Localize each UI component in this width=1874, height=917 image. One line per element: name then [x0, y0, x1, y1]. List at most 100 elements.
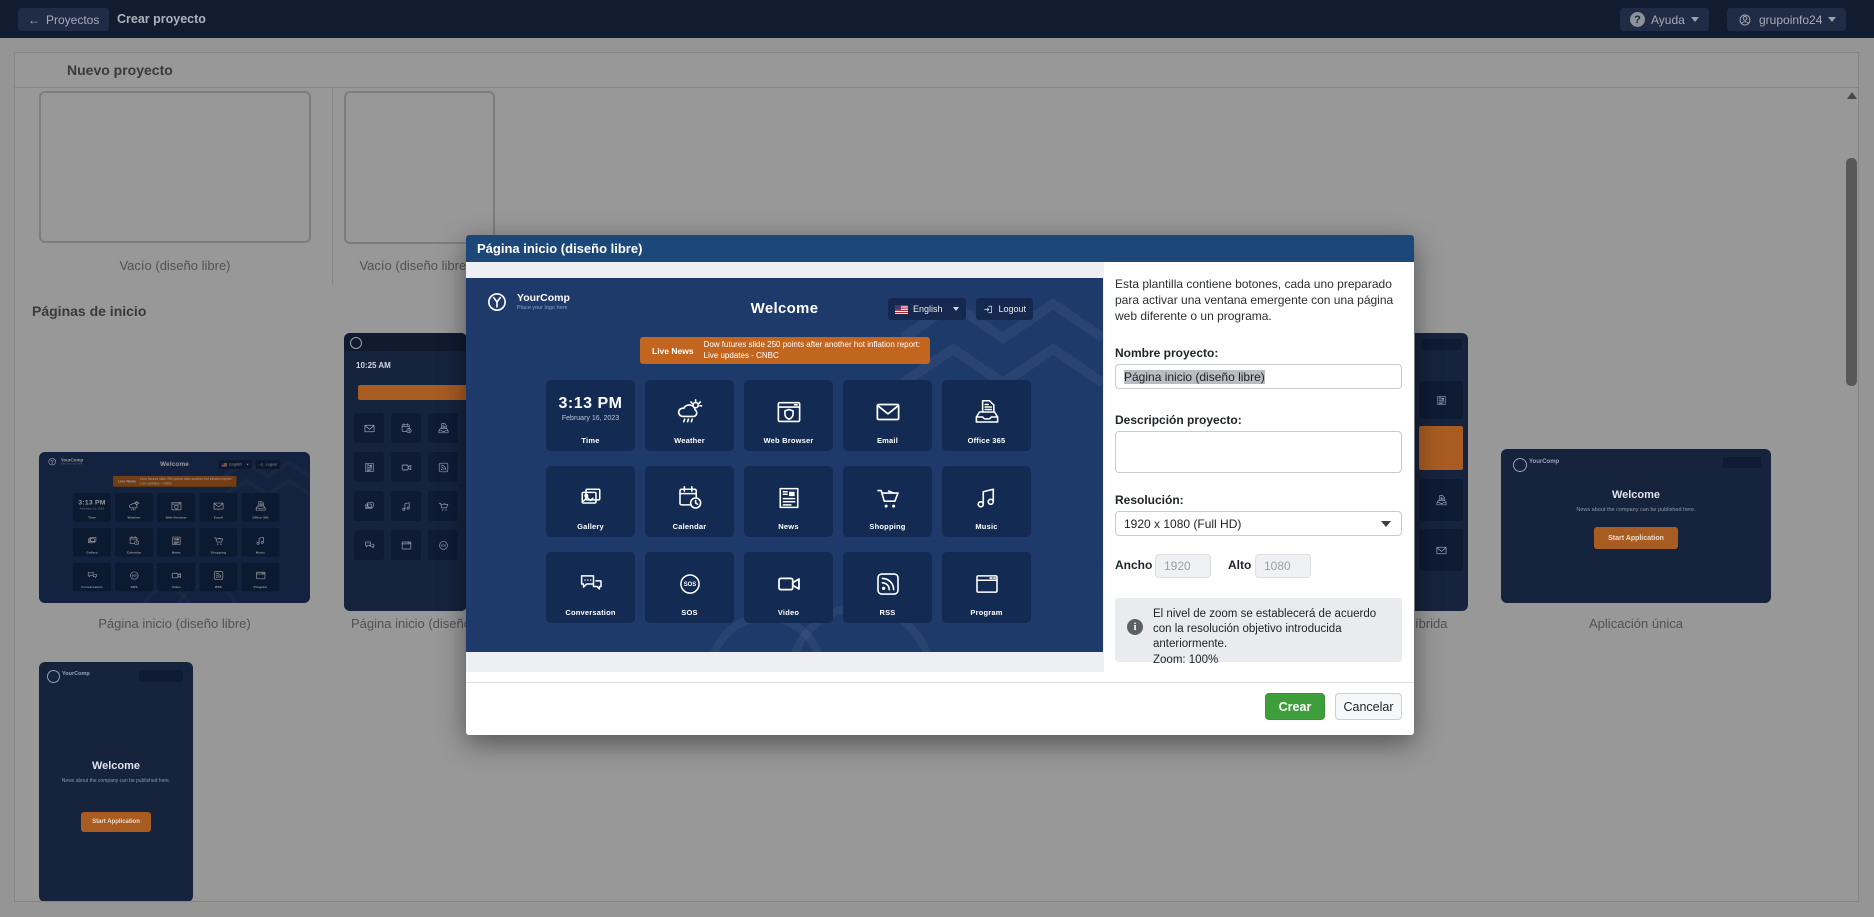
- template-card-empty-1-label: Vacío (diseño libre): [39, 258, 311, 273]
- name-label: Nombre proyecto:: [1115, 346, 1218, 360]
- clock-date: February 16, 2023: [562, 415, 619, 422]
- clock-time: 3:13 PM: [559, 395, 623, 413]
- new-project-header: Nuevo proyecto: [15, 53, 1858, 88]
- height-value: 1080: [1264, 559, 1291, 573]
- mini-tile: [428, 413, 458, 443]
- logout-button: Logout: [976, 298, 1033, 320]
- mini-tile: [1419, 529, 1463, 571]
- news-icon: [774, 483, 804, 513]
- user-menu-label: grupoinfo24: [1759, 13, 1822, 27]
- logo-icon: [47, 670, 60, 683]
- template-card-empty-1[interactable]: [39, 91, 311, 243]
- tile-label: News: [778, 522, 798, 531]
- project-name-value: Página inicio (diseño libre): [1124, 370, 1265, 384]
- mini-welcome-title: Welcome: [1501, 489, 1771, 501]
- description-label: Descripción proyecto:: [1115, 413, 1242, 427]
- us-flag-icon: [895, 305, 908, 314]
- create-button[interactable]: Crear: [1265, 693, 1325, 720]
- language-label: English: [913, 304, 943, 314]
- thumbnail-time: 10:25 AM: [356, 361, 391, 370]
- mini-tile: [354, 491, 384, 521]
- thumbnail-home-2-label: Página inicio (diseño li: [351, 616, 467, 631]
- start-application-button: Start Application: [81, 812, 151, 832]
- rss-icon: [437, 461, 450, 474]
- tile-label: Gallery: [577, 522, 604, 531]
- scrollbar-up-arrow[interactable]: [1847, 92, 1857, 99]
- project-name-input[interactable]: Página inicio (diseño libre): [1115, 364, 1402, 389]
- sos-icon: [675, 569, 705, 599]
- template-card-empty-2-label: Vacío (diseño libre): [351, 258, 479, 273]
- tile-program: Program: [942, 552, 1031, 623]
- mini-tile: [428, 452, 458, 482]
- cancel-button[interactable]: Cancelar: [1335, 693, 1402, 720]
- thumbnail-header: [344, 333, 467, 351]
- brand-text: YourComp: [1529, 459, 1559, 465]
- program-icon: [400, 539, 413, 552]
- tile-label: Web Browser: [764, 436, 814, 445]
- thumbnail-single-app-portrait[interactable]: YourComp Welcome News about the company …: [39, 662, 193, 902]
- video-icon: [400, 461, 413, 474]
- back-to-projects-button[interactable]: ← Proyectos: [18, 8, 109, 31]
- thumbnail-single-app[interactable]: YourComp Welcome News about the company …: [1501, 449, 1771, 603]
- music-icon: [972, 483, 1002, 513]
- zoom-info-box: i El nivel de zoom se establecerá de acu…: [1115, 598, 1402, 662]
- preview-tile-grid: 3:13 PM February 16, 2023 Time Weather W…: [546, 380, 1031, 623]
- tile-conversation: Conversation: [546, 552, 635, 623]
- project-form: Esta plantilla contiene botones, cada un…: [1115, 262, 1402, 672]
- mini-tile: [1419, 381, 1463, 419]
- mini-welcome-subtitle: News about the company can be published …: [39, 778, 193, 784]
- project-description-input[interactable]: [1115, 431, 1402, 473]
- scrollbar-thumb[interactable]: [1846, 158, 1857, 386]
- tile-video: Video: [744, 552, 833, 623]
- modal-footer-divider: [466, 682, 1414, 683]
- tile-label: Time: [581, 436, 599, 445]
- resolution-select[interactable]: 1920 x 1080 (Full HD): [1115, 511, 1402, 536]
- ticker-label: Live News: [652, 346, 694, 356]
- tile-gallery: Gallery: [546, 466, 635, 537]
- start-application-button: Start Application: [1594, 527, 1678, 549]
- back-arrow-icon: ←: [28, 13, 40, 27]
- dim-overlay: [39, 452, 310, 603]
- office-365-icon: [1435, 494, 1448, 507]
- tile-office-365: Office 365: [942, 380, 1031, 451]
- thumbnail-home-free[interactable]: YourComp Place your logo here Welcome En…: [39, 452, 310, 603]
- thumbnail-ticker: [358, 385, 467, 400]
- help-button[interactable]: ? Ayuda: [1620, 8, 1709, 31]
- resolution-value: 1920 x 1080 (Full HD): [1124, 517, 1241, 531]
- tile-label: RSS: [879, 608, 895, 617]
- thumbnail-home-2[interactable]: 10:25 AM: [344, 333, 467, 611]
- email-icon: [873, 397, 903, 427]
- tile-label: Email: [877, 436, 898, 445]
- zoom-value: Zoom: 100%: [1153, 654, 1218, 666]
- thumbnail-hybrid[interactable]: [1415, 333, 1468, 611]
- template-card-empty-2[interactable]: [344, 91, 495, 244]
- tile-label: Office 365: [968, 436, 1006, 445]
- tile-label: Conversation: [565, 608, 615, 617]
- email-icon: [363, 422, 376, 435]
- template-preview-screen: YourComp Place your logo here Welcome En…: [466, 278, 1103, 652]
- width-label: Ancho: [1115, 558, 1152, 572]
- mini-tile: [391, 491, 421, 521]
- mini-tile: [354, 452, 384, 482]
- modal-footer: Crear Cancelar: [466, 693, 1402, 722]
- gallery-icon: [363, 500, 376, 513]
- help-button-label: Ayuda: [1651, 13, 1685, 27]
- height-input: 1080: [1255, 554, 1311, 578]
- zoom-note: El nivel de zoom se establecerá de acuer…: [1153, 608, 1376, 650]
- logo-icon: [350, 337, 362, 349]
- mini-tile: [354, 413, 384, 443]
- tile-label: Shopping: [869, 522, 905, 531]
- template-preview-slot: YourComp Place your logo here Welcome En…: [466, 278, 1103, 652]
- tile-shopping: Shopping: [843, 466, 932, 537]
- width-value: 1920: [1164, 559, 1191, 573]
- gallery-icon: [576, 483, 606, 513]
- tile-label: Music: [975, 522, 997, 531]
- user-menu-button[interactable]: grupoinfo24: [1727, 8, 1846, 31]
- mini-tile: [354, 530, 384, 560]
- tile-news: News: [744, 466, 833, 537]
- grid-divider: [332, 87, 333, 285]
- shopping-icon: [437, 500, 450, 513]
- mini-tile: [391, 452, 421, 482]
- mini-tile-orange: [1419, 426, 1463, 470]
- program-icon: [972, 569, 1002, 599]
